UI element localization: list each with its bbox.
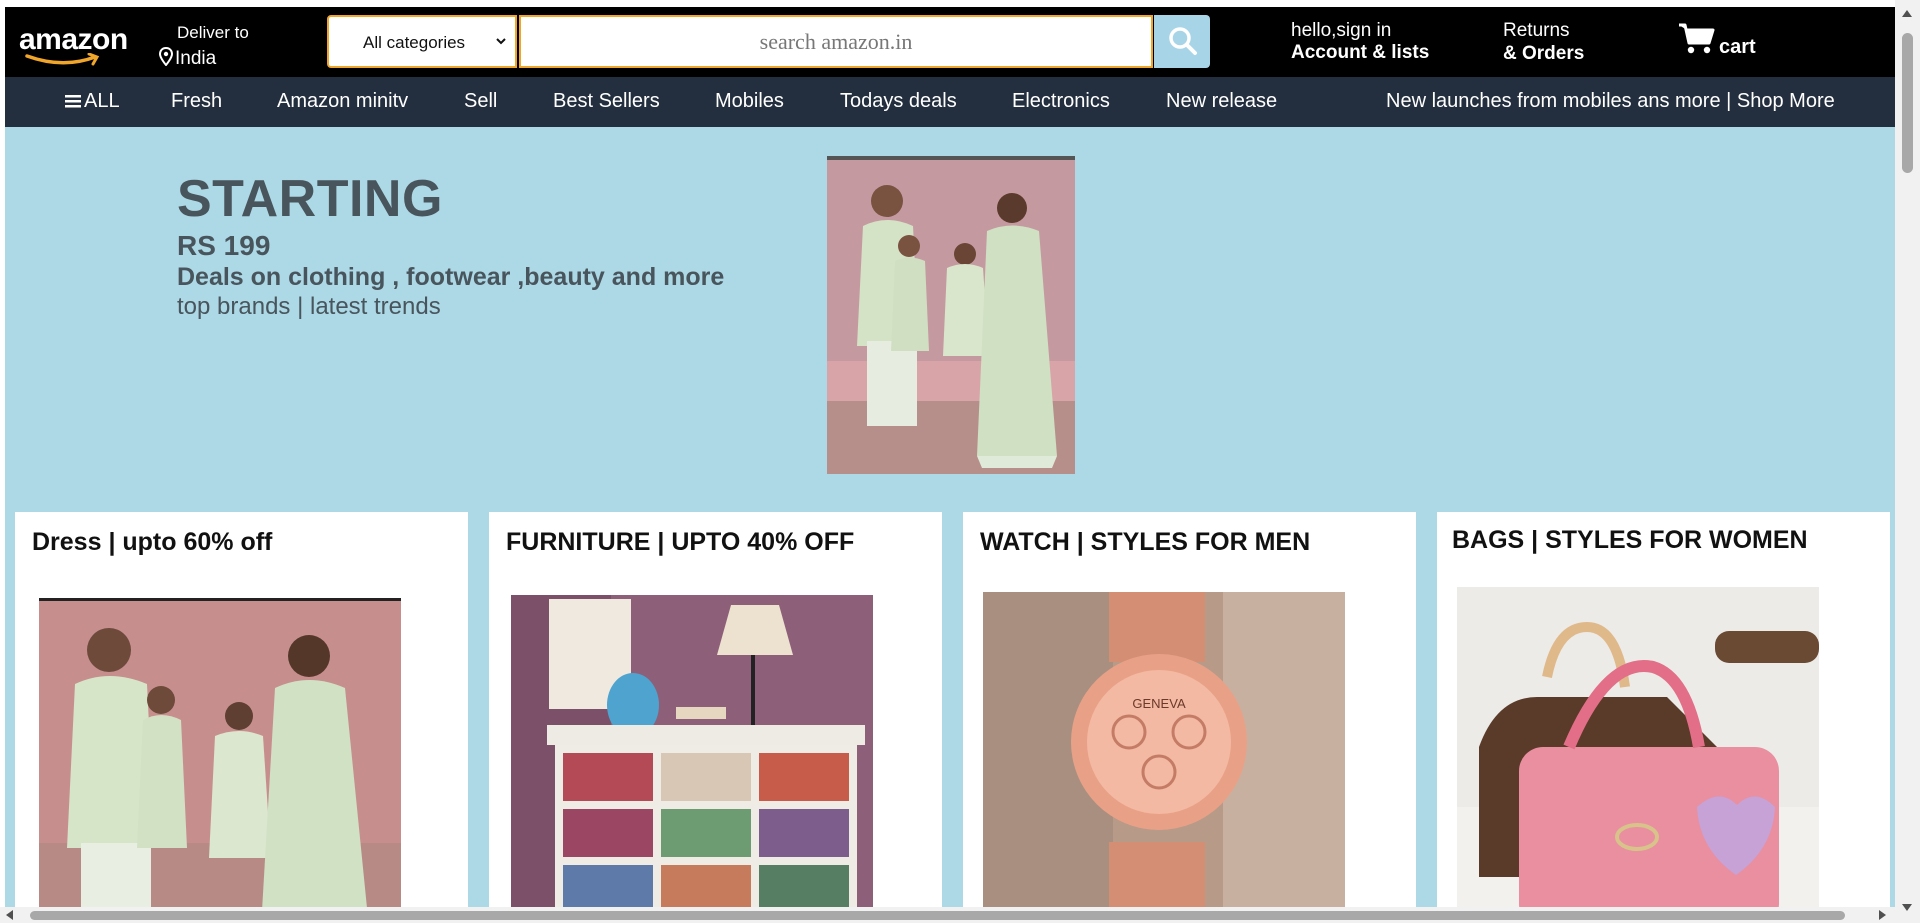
product-card-dress[interactable]: Dress | upto 60% off: [15, 512, 468, 923]
returns-label: Returns: [1503, 20, 1570, 41]
nav-item-mobiles[interactable]: Mobiles: [715, 90, 784, 113]
search-input[interactable]: search amazon.in: [519, 15, 1153, 68]
nav-item-electronics[interactable]: Electronics: [1012, 90, 1110, 113]
page-body: amazon Deliver to India All categories s…: [5, 7, 1895, 923]
hero-family-image[interactable]: [827, 156, 1075, 474]
deliver-location: India: [159, 47, 216, 70]
nav-item-amazon-minitv[interactable]: Amazon minitv: [277, 90, 408, 113]
nav-item-best-sellers[interactable]: Best Sellers: [553, 90, 660, 113]
hero-deals-text: Deals on clothing , footwear ,beauty and…: [177, 263, 725, 291]
watch-image[interactable]: GENEVA: [983, 592, 1345, 923]
scroll-down-arrow-icon[interactable]: [1902, 904, 1912, 911]
category-selected: All categories: [363, 33, 466, 52]
card-title: Dress | upto 60% off: [32, 528, 273, 556]
dress-image[interactable]: [39, 598, 401, 923]
returns-orders[interactable]: Returns & Orders: [1503, 19, 1584, 65]
scroll-right-arrow-icon[interactable]: [1879, 910, 1886, 920]
hero-headline: STARTING: [177, 170, 443, 228]
account-lists-label: Account & lists: [1291, 42, 1430, 63]
scroll-up-arrow-icon[interactable]: [1902, 10, 1912, 17]
search-button[interactable]: [1154, 15, 1210, 68]
cart-label: cart: [1719, 36, 1756, 58]
nav-item-todays-deals[interactable]: Todays deals: [840, 90, 957, 113]
top-header: amazon Deliver to India All categories s…: [5, 7, 1895, 77]
account-signin[interactable]: hello,sign in Account & lists: [1291, 20, 1429, 64]
deliver-label: Deliver to: [177, 23, 249, 42]
card-title: BAGS | STYLES FOR WOMEN: [1452, 526, 1808, 554]
nav-all-label: ALL: [84, 90, 120, 112]
orders-label: & Orders: [1503, 43, 1585, 64]
logo-smile-icon: [25, 53, 100, 66]
product-card-watch[interactable]: WATCH | STYLES FOR MEN GENEVA: [963, 512, 1416, 923]
hamburger-menu-icon: [65, 95, 81, 108]
hero-price: RS 199: [177, 230, 271, 261]
signin-greeting: hello,sign in: [1291, 20, 1392, 41]
nav-item-fresh[interactable]: Fresh: [171, 90, 222, 113]
search-icon: [1169, 27, 1197, 55]
svg-text:GENEVA: GENEVA: [1132, 696, 1186, 711]
product-card-bags[interactable]: BAGS | STYLES FOR WOMEN: [1437, 512, 1890, 923]
category-select[interactable]: All categories: [327, 15, 517, 68]
vertical-scrollbar[interactable]: [1895, 0, 1920, 923]
nav-bar: ALL Fresh Amazon minitv Sell Best Seller…: [5, 77, 1895, 127]
bags-image[interactable]: [1457, 587, 1819, 923]
nav-item-sell[interactable]: Sell: [464, 90, 497, 113]
location-pin-icon: [159, 47, 173, 66]
cart-icon: [1679, 23, 1715, 54]
scroll-left-arrow-icon[interactable]: [6, 910, 13, 920]
vertical-scroll-thumb[interactable]: [1902, 33, 1913, 173]
product-card-furniture[interactable]: FURNITURE | UPTO 40% OFF: [489, 512, 942, 923]
amazon-logo[interactable]: amazon: [19, 23, 129, 69]
card-title: WATCH | STYLES FOR MEN: [980, 528, 1311, 556]
deliver-location-text: India: [175, 48, 217, 69]
logo-text: amazon: [19, 23, 128, 56]
horizontal-scroll-thumb[interactable]: [30, 911, 1845, 920]
card-title: FURNITURE | UPTO 40% OFF: [506, 528, 855, 556]
furniture-image[interactable]: [511, 595, 873, 923]
nav-all-menu[interactable]: ALL: [65, 90, 120, 113]
nav-promo-link[interactable]: New launches from mobiles ans more | Sho…: [1386, 90, 1835, 113]
nav-item-new-release[interactable]: New release: [1166, 90, 1277, 113]
hero-subline: top brands | latest trends: [177, 293, 441, 320]
chevron-down-icon: [496, 38, 506, 45]
horizontal-scrollbar[interactable]: [0, 907, 1895, 923]
